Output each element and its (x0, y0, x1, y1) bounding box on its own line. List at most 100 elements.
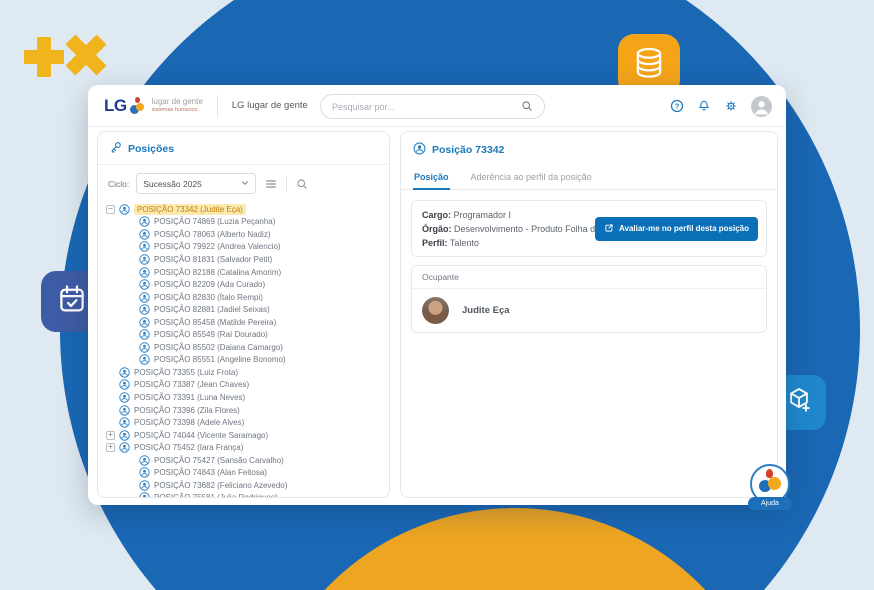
tree-item-label: POSIÇÃO 73398 (Adele Alves) (134, 418, 244, 427)
person-icon (119, 379, 130, 390)
tree-item[interactable]: POSIÇÃO 85502 (Daiana Camargo) (102, 341, 383, 354)
tree-item[interactable]: POSIÇÃO 82209 (Ada Curado) (102, 278, 383, 291)
tree-item[interactable]: POSIÇÃO 82188 (Catalina Amorim) (102, 266, 383, 279)
tree-item-label: POSIÇÃO 75452 (Iara França) (134, 443, 243, 452)
bell-icon[interactable] (697, 99, 711, 113)
person-icon (139, 304, 150, 315)
perfil-value: Talento (450, 238, 479, 248)
svg-text:?: ? (675, 102, 680, 111)
perfil-label: Perfil: (422, 238, 448, 248)
expand-icon[interactable]: + (106, 431, 115, 440)
person-circle-icon (413, 142, 426, 158)
evaluate-profile-button[interactable]: Avaliar-me no perfil desta posição (595, 217, 758, 241)
search-input[interactable] (330, 101, 521, 113)
search-icon[interactable] (521, 100, 535, 114)
tree-item[interactable]: POSIÇÃO 75427 (Sansão Carvalho) (102, 454, 383, 467)
tree-item[interactable]: POSIÇÃO 78063 (Alberto Nadiz) (102, 228, 383, 241)
calendar-check-icon (55, 282, 89, 321)
person-icon (139, 279, 150, 290)
tree-item-label: POSIÇÃO 75427 (Sansão Carvalho) (154, 456, 284, 465)
tree-item[interactable]: + POSIÇÃO 74044 (Vicente Saramago) (102, 429, 383, 442)
position-detail-panel: Posição 73342 Posição Aderência ao perfi… (400, 131, 778, 498)
tree-item[interactable]: + POSIÇÃO 75452 (Iara França) (102, 441, 383, 454)
tree-item-label: POSIÇÃO 75581 (Julia Rodrigues) (154, 493, 278, 498)
cycle-label: Ciclo: (108, 179, 129, 189)
tree-item[interactable]: POSIÇÃO 82830 (Ítalo Rempi) (102, 291, 383, 304)
help-fab-button[interactable]: Ajuda (748, 464, 792, 512)
person-icon (139, 317, 150, 328)
tree-item-label: POSIÇÃO 74869 (Luzia Peçanha) (154, 217, 275, 226)
tree-item-label: POSIÇÃO 82209 (Ada Curado) (154, 280, 265, 289)
positions-tree: − POSIÇÃO 73342 (Judite Eça) POSIÇÃO 74869… (98, 200, 389, 498)
desktop-background: LG lugar de gente sistemas humanos LG lu… (0, 0, 874, 590)
person-icon (139, 292, 150, 303)
tree-item[interactable]: POSIÇÃO 73387 (Jean Chaves) (102, 379, 383, 392)
logo-tagline-line1: lugar de gente (152, 98, 203, 107)
tree-item[interactable]: POSIÇÃO 74869 (Luzia Peçanha) (102, 216, 383, 229)
person-icon (139, 354, 150, 365)
tree-item[interactable]: POSIÇÃO 73391 (Luna Neves) (102, 391, 383, 404)
tree-item[interactable]: POSIÇÃO 79922 (Andrea Valencio) (102, 241, 383, 254)
occupant-row[interactable]: Judite Eça (412, 289, 766, 332)
person-icon (139, 455, 150, 466)
person-icon (139, 492, 150, 498)
person-icon (119, 204, 130, 215)
tree-item[interactable]: POSIÇÃO 85551 (Angeline Bonomo) (102, 354, 383, 367)
tab-aderencia[interactable]: Aderência ao perfil da posição (470, 167, 593, 190)
person-icon (119, 442, 130, 453)
tree-item-label: POSIÇÃO 82188 (Catalina Amorim) (154, 268, 281, 277)
person-icon (119, 367, 130, 378)
occupant-avatar (422, 297, 449, 324)
gear-icon[interactable] (724, 99, 738, 113)
app-header: LG lugar de gente sistemas humanos LG lu… (88, 85, 786, 127)
tree-item-label: POSIÇÃO 73342 (Judite Eça) (134, 204, 246, 215)
tree-item[interactable]: POSIÇÃO 85549 (Raí Dourado) (102, 328, 383, 341)
logo-mark-icon (130, 97, 145, 115)
tree-item-label: POSIÇÃO 73355 (Luiz Frota) (134, 368, 238, 377)
chevron-down-icon (241, 179, 249, 189)
tree-search-icon[interactable] (294, 176, 310, 192)
mascot-icon-orange (768, 477, 781, 490)
person-icon (119, 430, 130, 441)
global-search[interactable] (320, 94, 545, 119)
positions-panel-title: Posições (128, 143, 174, 155)
tree-item[interactable]: POSIÇÃO 75581 (Julia Rodrigues) (102, 492, 383, 498)
collapse-icon[interactable]: − (106, 205, 115, 214)
person-icon (139, 467, 150, 478)
tree-item-label: POSIÇÃO 85502 (Daiana Camargo) (154, 343, 283, 352)
list-view-icon[interactable] (263, 176, 279, 192)
person-icon (139, 480, 150, 491)
header-divider (217, 95, 218, 117)
tree-item[interactable]: POSIÇÃO 85458 (Matilde Pereira) (102, 316, 383, 329)
positions-panel: Posições Ciclo: Sucessão 2025 (97, 131, 390, 498)
tree-item[interactable]: POSIÇÃO 73396 (Zila Flores) (102, 404, 383, 417)
tree-item-label: POSIÇÃO 73391 (Luna Neves) (134, 393, 245, 402)
help-fab-label: Ajuda (748, 497, 792, 510)
tree-item-label: POSIÇÃO 79922 (Andrea Valencio) (154, 242, 281, 251)
occupant-card: Ocupante Judite Eça (411, 265, 767, 333)
tree-item[interactable]: POSIÇÃO 82881 (Jadiel Seixas) (102, 303, 383, 316)
tree-item[interactable]: POSIÇÃO 73355 (Luiz Frota) (102, 366, 383, 379)
person-icon (119, 417, 130, 428)
logo-tagline: lugar de gente sistemas humanos (152, 98, 203, 113)
x-shape-icon (55, 24, 117, 86)
help-icon[interactable]: ? (670, 99, 684, 113)
tree-item[interactable]: − POSIÇÃO 73342 (Judite Eça) (102, 203, 383, 216)
user-avatar[interactable] (751, 96, 772, 117)
positions-panel-header: Posições (98, 132, 389, 165)
tree-item-label: POSIÇÃO 82881 (Jadiel Seixas) (154, 305, 270, 314)
tree-item-label: POSIÇÃO 74044 (Vicente Saramago) (134, 431, 268, 440)
app-title: LG lugar de gente (232, 100, 308, 111)
logo-lg-text: LG (104, 96, 127, 116)
tree-item[interactable]: POSIÇÃO 73682 (Feliciano Azevedo) (102, 479, 383, 492)
cycle-select[interactable]: Sucessão 2025 (136, 173, 256, 194)
key-icon (110, 141, 122, 156)
expand-icon[interactable]: + (106, 443, 115, 452)
tab-posicao[interactable]: Posição (413, 167, 450, 190)
tree-item[interactable]: POSIÇÃO 73398 (Adele Alves) (102, 416, 383, 429)
tree-item[interactable]: POSIÇÃO 74843 (Alan Feitosa) (102, 466, 383, 479)
app-window: LG lugar de gente sistemas humanos LG lu… (88, 85, 786, 505)
header-actions: ? (670, 85, 772, 127)
tree-item-label: POSIÇÃO 85549 (Raí Dourado) (154, 330, 268, 339)
tree-item[interactable]: POSIÇÃO 81831 (Salvador Petit) (102, 253, 383, 266)
